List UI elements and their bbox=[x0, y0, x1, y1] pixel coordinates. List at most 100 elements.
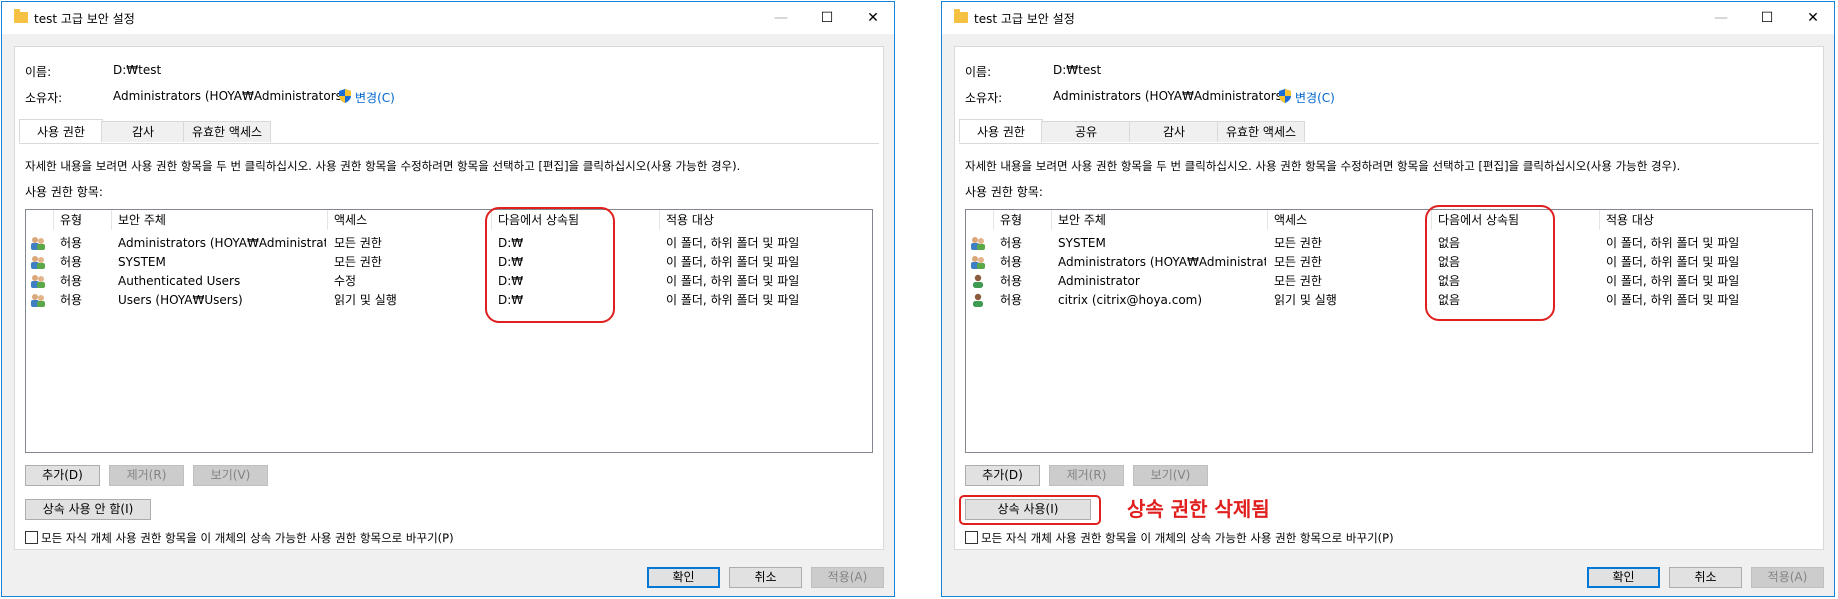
row-type: 허용 bbox=[1000, 255, 1023, 269]
owner-label: 소유자: bbox=[965, 91, 1003, 105]
row-principal: SYSTEM bbox=[1058, 236, 1106, 250]
close-button[interactable]: ✕ bbox=[1790, 2, 1836, 34]
owner-value: Administrators (HOYA₩Administrators) bbox=[1053, 89, 1287, 103]
title-bar[interactable]: test 고급 보안 설정 — ☐ ✕ bbox=[942, 2, 1834, 34]
apply-button[interactable]: 적용(A) bbox=[1751, 567, 1824, 588]
tab-permissions[interactable]: 사용 권한 bbox=[19, 119, 103, 142]
row-principal: Administrator bbox=[1058, 274, 1140, 288]
column-header-blank bbox=[966, 210, 994, 230]
row-applies: 이 폴더, 하위 폴더 및 파일 bbox=[1606, 236, 1740, 250]
table-row[interactable]: 허용 Users (HOYA₩Users) 읽기 및 실행 D:₩ 이 폴더, … bbox=[26, 291, 872, 309]
folder-icon bbox=[14, 9, 28, 23]
row-access: 읽기 및 실행 bbox=[334, 293, 397, 307]
column-header-principal[interactable]: 보안 주체 bbox=[112, 210, 328, 230]
tab-audit[interactable]: 감사 bbox=[1129, 121, 1219, 142]
minimize-button[interactable]: — bbox=[1698, 2, 1744, 34]
group-icon bbox=[971, 237, 985, 250]
inherited-column-highlight bbox=[485, 207, 615, 323]
disable-inheritance-button[interactable]: 상속 사용 안 함(I) bbox=[25, 499, 151, 520]
user-icon bbox=[973, 274, 983, 288]
column-header-principal[interactable]: 보안 주체 bbox=[1052, 210, 1268, 230]
close-button[interactable]: ✕ bbox=[850, 2, 896, 34]
tab-permissions[interactable]: 사용 권한 bbox=[959, 119, 1043, 142]
replace-child-permissions-checkbox[interactable] bbox=[965, 531, 978, 544]
ok-button[interactable]: 확인 bbox=[647, 567, 720, 588]
row-principal: Administrators (HOYA₩Administrat... bbox=[1058, 255, 1266, 269]
inherited-column-highlight bbox=[1425, 205, 1555, 321]
folder-icon bbox=[954, 9, 968, 23]
group-icon bbox=[31, 275, 45, 288]
maximize-button[interactable]: ☐ bbox=[804, 2, 850, 34]
window-title: test 고급 보안 설정 bbox=[34, 12, 135, 26]
left-security-window: test 고급 보안 설정 — ☐ ✕ 이름: D:₩test 소유자: Adm… bbox=[1, 1, 895, 597]
uac-shield-icon bbox=[1279, 89, 1291, 103]
add-button[interactable]: 추가(D) bbox=[965, 465, 1040, 486]
row-applies: 이 폴더, 하위 폴더 및 파일 bbox=[1606, 293, 1740, 307]
column-header-type[interactable]: 유형 bbox=[54, 210, 112, 230]
row-type: 허용 bbox=[60, 236, 83, 250]
tab-sharing[interactable]: 공유 bbox=[1041, 121, 1131, 142]
enable-inheritance-button[interactable]: 상속 사용(I) bbox=[965, 499, 1091, 520]
change-owner-link[interactable]: 변경(C) bbox=[355, 89, 395, 106]
row-type: 허용 bbox=[1000, 274, 1023, 288]
table-row[interactable]: 허용 Administrators (HOYA₩Administrat... 모… bbox=[966, 253, 1812, 271]
ok-button[interactable]: 확인 bbox=[1587, 567, 1660, 588]
column-header-access[interactable]: 액세스 bbox=[1268, 210, 1432, 230]
row-type: 허용 bbox=[1000, 293, 1023, 307]
row-type: 허용 bbox=[60, 255, 83, 269]
row-access: 모든 권한 bbox=[1274, 236, 1322, 250]
row-principal: Administrators (HOYA₩Administrat... bbox=[118, 236, 326, 250]
table-row[interactable]: 허용 SYSTEM 모든 권한 없음 이 폴더, 하위 폴더 및 파일 bbox=[966, 234, 1812, 252]
replace-child-permissions-label: 모든 자식 개체 사용 권한 항목을 이 개체의 상속 가능한 사용 권한 항목… bbox=[41, 531, 454, 545]
apply-button[interactable]: 적용(A) bbox=[811, 567, 884, 588]
change-owner-link[interactable]: 변경(C) bbox=[1295, 89, 1335, 106]
group-icon bbox=[31, 256, 45, 269]
description-text: 자세한 내용을 보려면 사용 권한 항목을 두 번 클릭하십시오. 사용 권한 … bbox=[965, 159, 1681, 173]
window-title: test 고급 보안 설정 bbox=[974, 12, 1075, 26]
tab-effective-access[interactable]: 유효한 액세스 bbox=[183, 121, 271, 142]
minimize-button[interactable]: — bbox=[758, 2, 804, 34]
row-access: 모든 권한 bbox=[334, 236, 382, 250]
row-type: 허용 bbox=[60, 274, 83, 288]
column-header-applies[interactable]: 적용 대상 bbox=[1600, 210, 1812, 230]
table-row[interactable]: 허용 citrix (citrix@hoya.com) 읽기 및 실행 없음 이… bbox=[966, 291, 1812, 309]
row-access: 모든 권한 bbox=[1274, 274, 1322, 288]
tab-divider bbox=[19, 143, 879, 144]
tab-divider bbox=[959, 143, 1819, 144]
group-icon bbox=[31, 237, 45, 250]
table-row[interactable]: 허용 Authenticated Users 수정 D:₩ 이 폴더, 하위 폴… bbox=[26, 272, 872, 290]
row-access: 읽기 및 실행 bbox=[1274, 293, 1337, 307]
permission-entries-list[interactable]: 유형 보안 주체 액세스 다음에서 상속됨 적용 대상 허용 SYSTEM 모든… bbox=[965, 209, 1813, 453]
add-button[interactable]: 추가(D) bbox=[25, 465, 100, 486]
inheritance-removed-annotation: 상속 권한 삭제됨 bbox=[1127, 497, 1270, 521]
replace-child-permissions-label: 모든 자식 개체 사용 권한 항목을 이 개체의 상속 가능한 사용 권한 항목… bbox=[981, 531, 1394, 545]
entries-label: 사용 권한 항목: bbox=[25, 185, 103, 199]
description-text: 자세한 내용을 보려면 사용 권한 항목을 두 번 클릭하십시오. 사용 권한 … bbox=[25, 159, 741, 173]
table-row[interactable]: 허용 Administrator 모든 권한 없음 이 폴더, 하위 폴더 및 … bbox=[966, 272, 1812, 290]
cancel-button[interactable]: 취소 bbox=[729, 567, 802, 588]
tab-audit[interactable]: 감사 bbox=[101, 121, 185, 142]
row-applies: 이 폴더, 하위 폴더 및 파일 bbox=[666, 236, 800, 250]
title-bar[interactable]: test 고급 보안 설정 — ☐ ✕ bbox=[2, 2, 894, 34]
row-principal: Users (HOYA₩Users) bbox=[118, 293, 243, 307]
name-value: D:₩test bbox=[1053, 63, 1102, 77]
table-row[interactable]: 허용 Administrators (HOYA₩Administrat... 모… bbox=[26, 234, 872, 252]
column-header-type[interactable]: 유형 bbox=[994, 210, 1052, 230]
row-applies: 이 폴더, 하위 폴더 및 파일 bbox=[666, 293, 800, 307]
column-header-access[interactable]: 액세스 bbox=[328, 210, 492, 230]
view-button[interactable]: 보기(V) bbox=[1133, 465, 1208, 486]
row-principal: SYSTEM bbox=[118, 255, 166, 269]
remove-button[interactable]: 제거(R) bbox=[1049, 465, 1124, 486]
view-button[interactable]: 보기(V) bbox=[193, 465, 268, 486]
cancel-button[interactable]: 취소 bbox=[1669, 567, 1742, 588]
table-row[interactable]: 허용 SYSTEM 모든 권한 D:₩ 이 폴더, 하위 폴더 및 파일 bbox=[26, 253, 872, 271]
tab-effective-access[interactable]: 유효한 액세스 bbox=[1217, 121, 1305, 142]
row-applies: 이 폴더, 하위 폴더 및 파일 bbox=[666, 255, 800, 269]
name-label: 이름: bbox=[25, 65, 52, 79]
maximize-button[interactable]: ☐ bbox=[1744, 2, 1790, 34]
column-header-applies[interactable]: 적용 대상 bbox=[660, 210, 872, 230]
remove-button[interactable]: 제거(R) bbox=[109, 465, 184, 486]
row-type: 허용 bbox=[60, 293, 83, 307]
permission-entries-list[interactable]: 유형 보안 주체 액세스 다음에서 상속됨 적용 대상 허용 Administr… bbox=[25, 209, 873, 453]
replace-child-permissions-checkbox[interactable] bbox=[25, 531, 38, 544]
